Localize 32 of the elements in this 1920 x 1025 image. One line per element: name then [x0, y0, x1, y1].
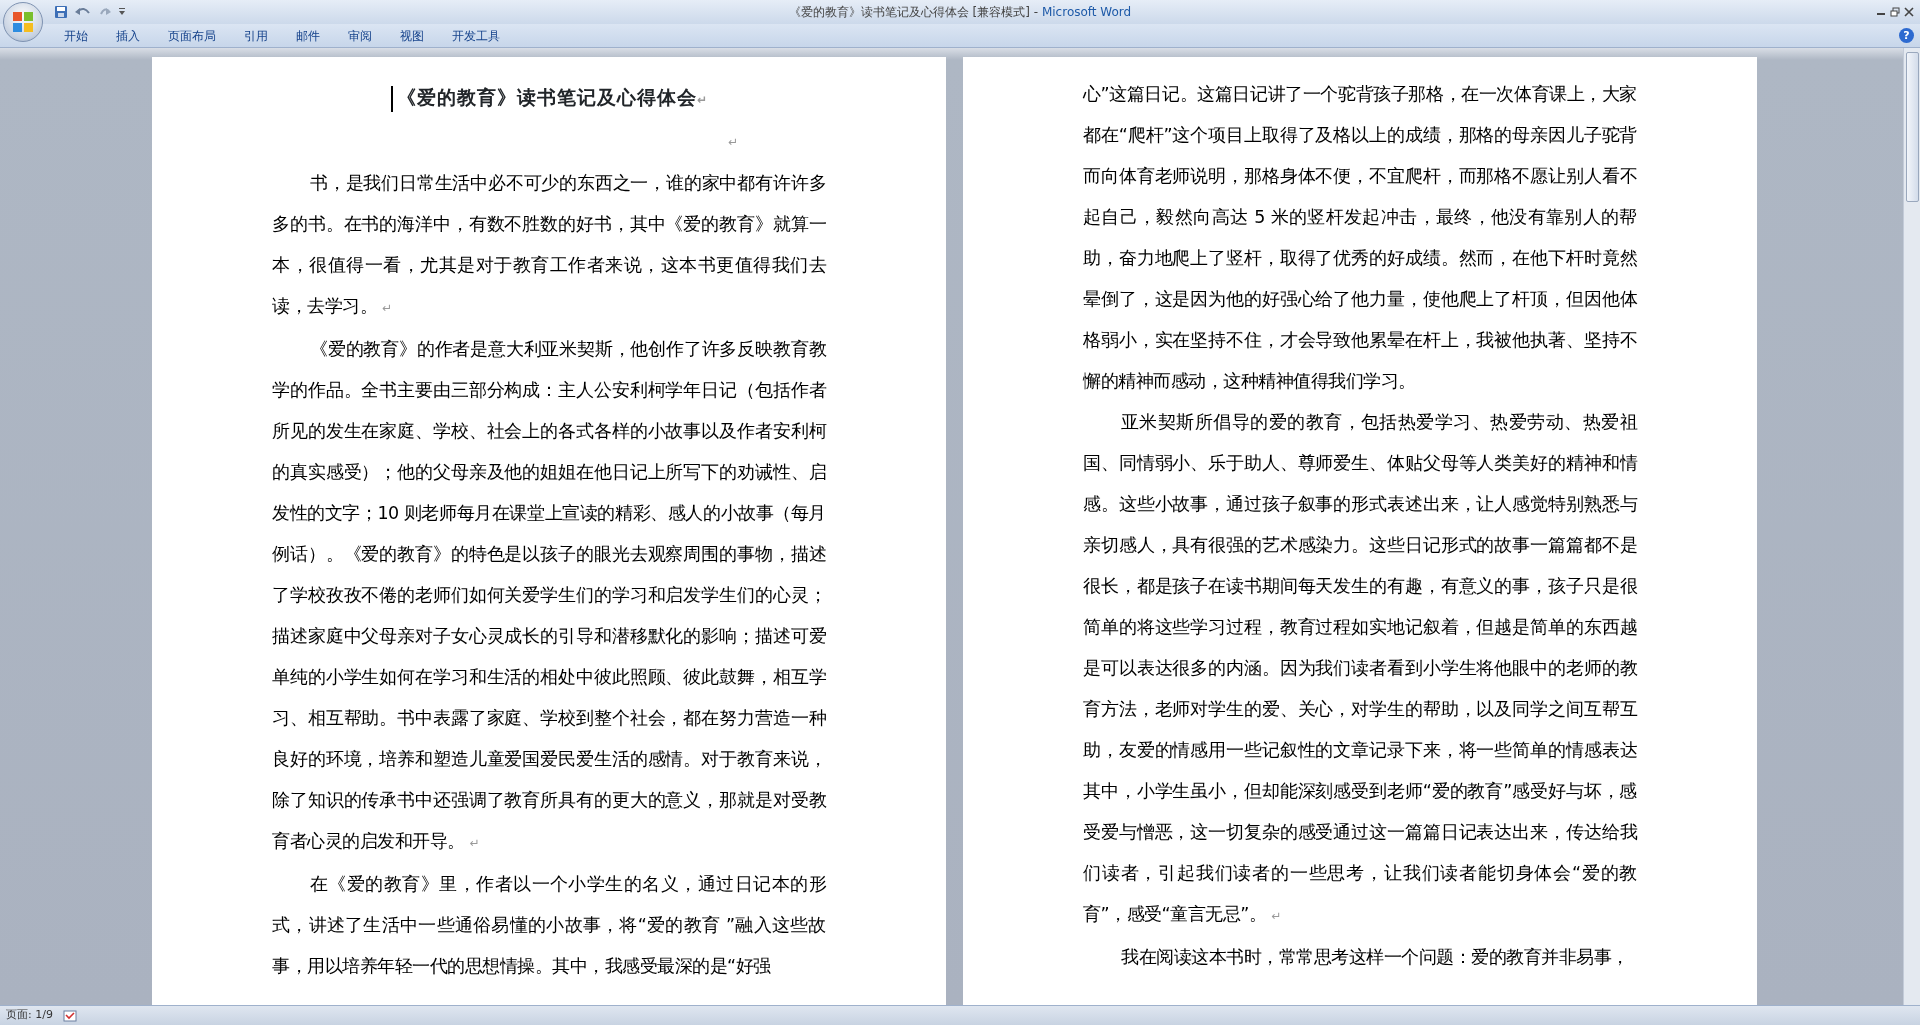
ribbon-tab[interactable]: 邮件 [282, 23, 334, 48]
paragraph-mark: ↵ [382, 301, 393, 315]
ribbon-tab[interactable]: 视图 [386, 23, 438, 48]
document-title: 《爱的教育》读书笔记及心得体会 [396, 86, 697, 108]
paragraph: 我在阅读这本书时，常常思考这样一个问题：爱的教育并非易事， [1120, 946, 1630, 969]
ribbon-tab[interactable]: 引用 [230, 23, 282, 48]
window-title: 《爱的教育》读书笔记及心得体会 [兼容模式] - Microsoft Word [787, 4, 1133, 21]
paragraph-mark: ↵ [696, 93, 708, 107]
customize-caret-icon[interactable] [118, 7, 126, 17]
ribbon-tab[interactable]: 开始 [50, 23, 102, 48]
help-button[interactable]: ? [1899, 28, 1914, 43]
paragraph-mark: ↵ [1271, 909, 1282, 923]
page-counter: 页面: 1/9 [6, 1007, 53, 1024]
paragraph-mark: ↵ [469, 836, 480, 850]
ribbon-tab[interactable]: 页面布局 [154, 23, 230, 48]
paragraph: 亚米契斯所倡导的爱的教育，包括热爱学习、热爱劳动、热爱祖国、同情弱小、乐于助人、尊师爱生、体贴父母等人类美好的精神和情感。这些小故事，通过孩子叙事的形式表述出来，让人感觉特别熟悉与亲切感人，具有很强的艺术感染力。这些日记形式的故事一篇篇都不是很长，都是孩子在读书期间每天发生的有趣，有意义的事，孩子只是很简单的将这些学习过程，教育过程如实地记叙着，但越是简单的东西越是可以表达很多的内涵。因为我们读者看到小学生将他眼中的老师的教育方法，老师对学生的爱、关心，对学生的帮助，以及同学之间互帮互助，友爱的情感用一些记叙性的文章记录下来，将一些简单的情感表达其中，小学生虽小，但却能深刻感受到老师“爱的教育”感受好与坏，感受爱与憎恶，这一切复杂的感受通过这一篇篇日记表达出来，传达给我们读者，引起我们读者的一些思考，让我们读者能切身体会“爱的教育”，感受“童言无忌”。 ↵ [1083, 411, 1637, 926]
paragraph: 在《爱的教育》里，作者以一个小学生的名义，通过日记本的形式，讲述了生活中一些通俗易懂的小故事，将“爱的教育 ”融入这些故事，用以培养年轻一代的思想情操。其中，我感受最深的是“好强 [272, 873, 826, 978]
paragraph: 心”这篇日记。这篇日记讲了一个驼背孩子那格，在一次体育课上，大家都在“爬杆”这个项目上取得了及格以上的成绩，那格的母亲因儿子驼背而向体育老师说明，那格身体不便，不宜爬杆，而那格不愿让别人看不起自己，毅然向高达 5 米的竖杆发起冲击，最终，他没有靠别人的帮助，奋力地爬上了竖杆，取得了优秀的好成绩。然而，在他下杆时竟然晕倒了，这是因为他的好强心给了他力量，使他爬上了杆顶，但因他体格弱小，实在坚持不住，才会导致他累晕在杆上，我被他执著、坚持不懈的精神而感动，这种精神值得我们学习。 [1083, 83, 1637, 393]
vertical-scrollbar[interactable] [1903, 48, 1920, 1005]
office-logo [11, 10, 35, 34]
paragraph: 书，是我们日常生活中必不可少的东西之一，谁的家中都有许许多多的书。在书的海洋中，有数不胜数的好书，其中《爱的教育》就算一本，很值得一看，尤其是对于教育工作者来说，这本书更值得我们去读，去学习。 ↵ [272, 172, 826, 318]
ribbon-tab[interactable]: 审阅 [334, 23, 386, 48]
app-name: Microsoft Word [1041, 5, 1132, 19]
close-icon[interactable] [1904, 7, 1914, 17]
ribbon-tab[interactable]: 插入 [102, 23, 154, 48]
scroll-thumb[interactable] [1905, 52, 1919, 202]
restore-icon[interactable] [1890, 7, 1900, 17]
proofing-icon[interactable] [62, 1009, 77, 1022]
paragraph: 《爱的教育》的作者是意大利亚米契斯，他创作了许多反映教育教学的作品。全书主要由三部分构成：主人公安利柯学年日记（包括作者所见的发生在家庭、学校、社会上的各式各样的小故事以及作者安利柯的真实感受）；他的父母亲及他的姐姐在他日记上所写下的劝诫性、启发性的文字；10 则老师每月在课堂上宣读的精彩、感人的小故事（每月例话）。《爱的教育》的特色是以孩子的眼光去观察周围的事物，描述了学校孜孜不倦的老师们如何关爱学生们的学习和启发学生们的心灵；描述家庭中父母亲对子女心灵成长的引导和潜移默化的影响；描述可爱单纯的小学生如何在学习和生活的相处中彼此照顾、彼此鼓舞，相互学习、相互帮助。书中表露了家庭、学校到整个社会，都在努力营造一种良好的环境，培养和塑造儿童爱国爱民爱生活的感情。对于教育来说，除了知识的传承书中还强调了教育所具有的更大的意义，那就是对受教育者心灵的启发和开导。 ↵ [272, 338, 826, 853]
ribbon-tab[interactable]: 开发工具 [438, 23, 514, 48]
save-icon[interactable] [54, 5, 68, 19]
paragraph-mark: ↵ [728, 135, 739, 149]
